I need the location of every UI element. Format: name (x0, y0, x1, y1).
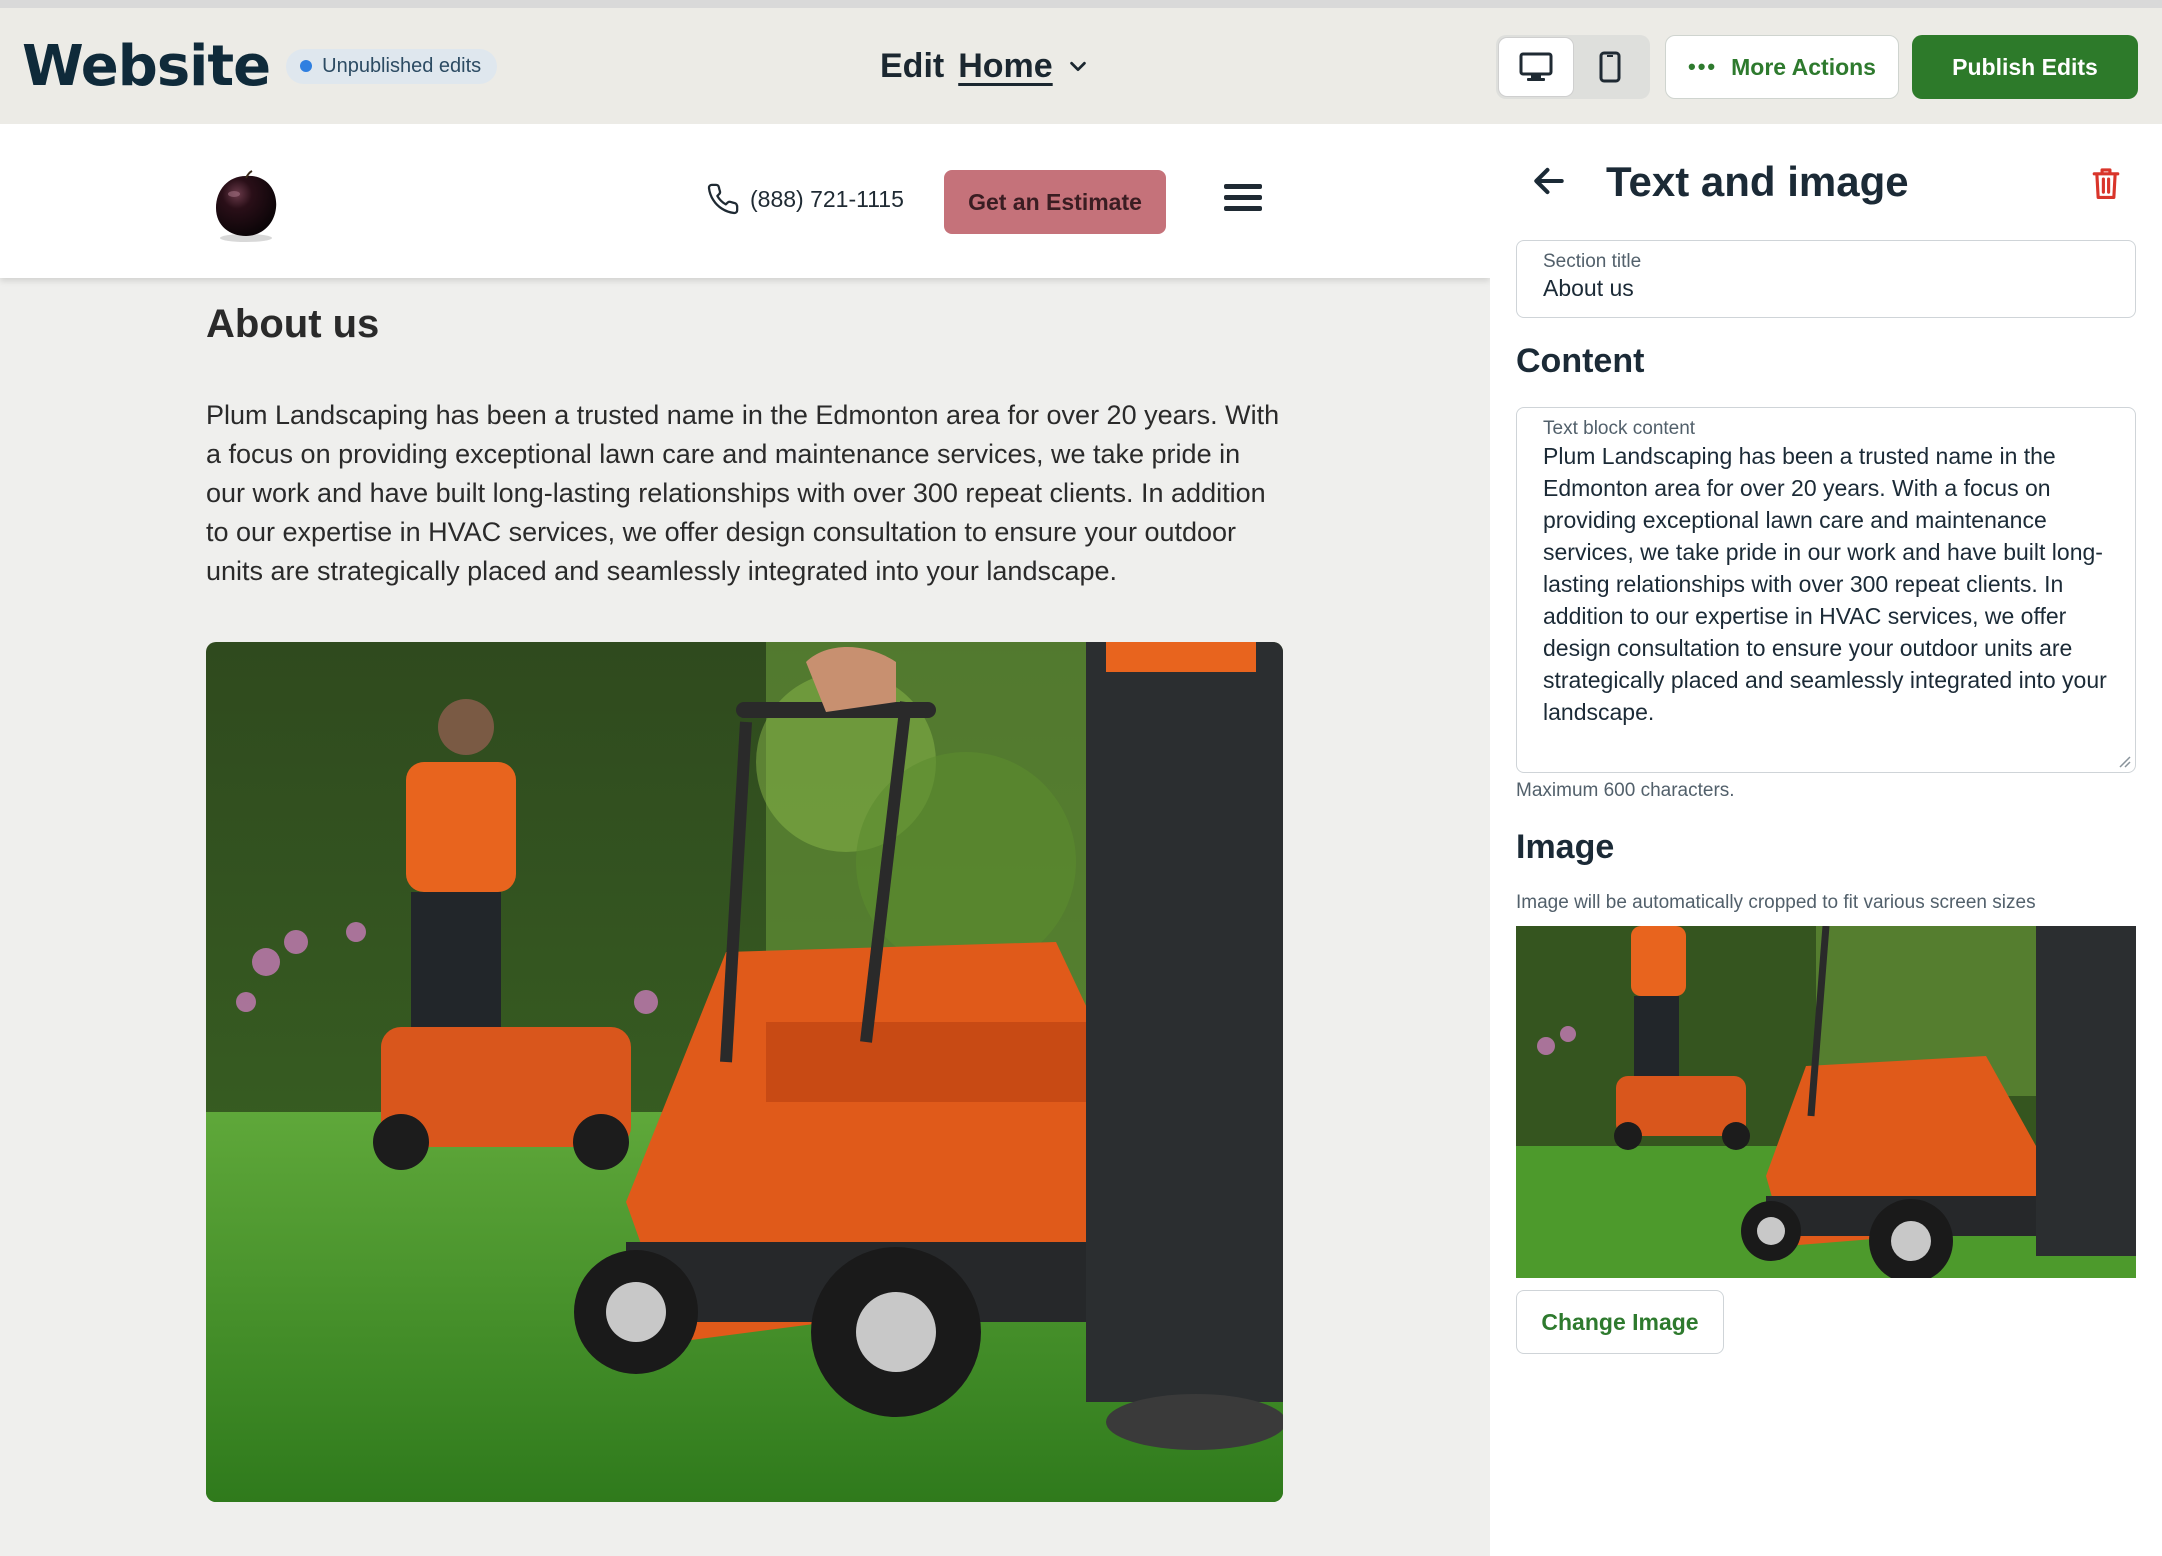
publish-button[interactable]: Publish Edits (1912, 35, 2138, 99)
tablet-icon (1599, 51, 1621, 83)
section-title-field[interactable]: Section title About us (1516, 240, 2136, 318)
image-thumbnail (1516, 926, 2136, 1278)
panel-header: Text and image (1490, 124, 2162, 240)
phone-number: (888) 721-1115 (750, 185, 904, 212)
site-preview: (888) 721-1115 Get an Estimate About us … (0, 124, 1490, 1556)
back-arrow-icon[interactable] (1530, 162, 1568, 200)
trash-icon[interactable] (2090, 166, 2122, 200)
more-actions-label: More Actions (1731, 53, 1876, 80)
edit-label: Edit (880, 46, 945, 85)
section-title-input[interactable]: About us (1543, 275, 1634, 302)
image-heading: Image (1516, 828, 1615, 866)
site-header: (888) 721-1115 Get an Estimate (0, 124, 1490, 278)
text-block-textarea[interactable]: Plum Landscaping has been a trusted name… (1543, 440, 2113, 728)
section-body: Plum Landscaping has been a trusted name… (206, 400, 1280, 586)
resize-handle-icon[interactable] (2117, 754, 2131, 768)
phone-link[interactable]: (888) 721-1115 (706, 182, 904, 216)
image-hint: Image will be automatically cropped to f… (1516, 892, 2036, 913)
text-block-field[interactable]: Text block content Plum Landscaping has … (1516, 407, 2136, 773)
section-title: About us (206, 302, 380, 346)
estimate-button[interactable]: Get an Estimate (944, 170, 1166, 234)
more-dots-icon: ••• (1688, 54, 1718, 79)
edit-panel: Text and image Section title About us Co… (1490, 124, 2162, 1556)
status-badge-label: Unpublished edits (322, 54, 482, 77)
hamburger-icon[interactable] (1224, 184, 1262, 216)
plum-logo[interactable] (206, 164, 286, 244)
desktop-icon (1519, 52, 1553, 81)
section-image (206, 642, 1283, 1502)
page-selector[interactable]: Edit Home (880, 8, 1089, 124)
page-name[interactable]: Home (958, 47, 1052, 86)
status-dot-icon (300, 60, 313, 72)
text-block-label: Text block content (1543, 418, 1696, 439)
tablet-view-button[interactable] (1573, 38, 1647, 96)
desktop-view-button[interactable] (1499, 38, 1573, 96)
brand-title: Website (22, 33, 271, 99)
chevron-down-icon[interactable] (1067, 55, 1089, 77)
more-actions-button[interactable]: ••• More Actions (1665, 35, 1899, 99)
device-toggle (1496, 35, 1650, 99)
change-image-button[interactable]: Change Image (1516, 1290, 1724, 1354)
phone-icon (707, 183, 739, 215)
panel-title: Text and image (1606, 158, 1909, 205)
editor-topbar: Website Unpublished edits Edit Home ••• … (0, 8, 2162, 124)
section-title-label: Section title (1543, 251, 1642, 272)
status-badge: Unpublished edits (286, 48, 498, 84)
content-heading: Content (1516, 342, 1645, 380)
max-chars-hint: Maximum 600 characters. (1516, 780, 1735, 801)
